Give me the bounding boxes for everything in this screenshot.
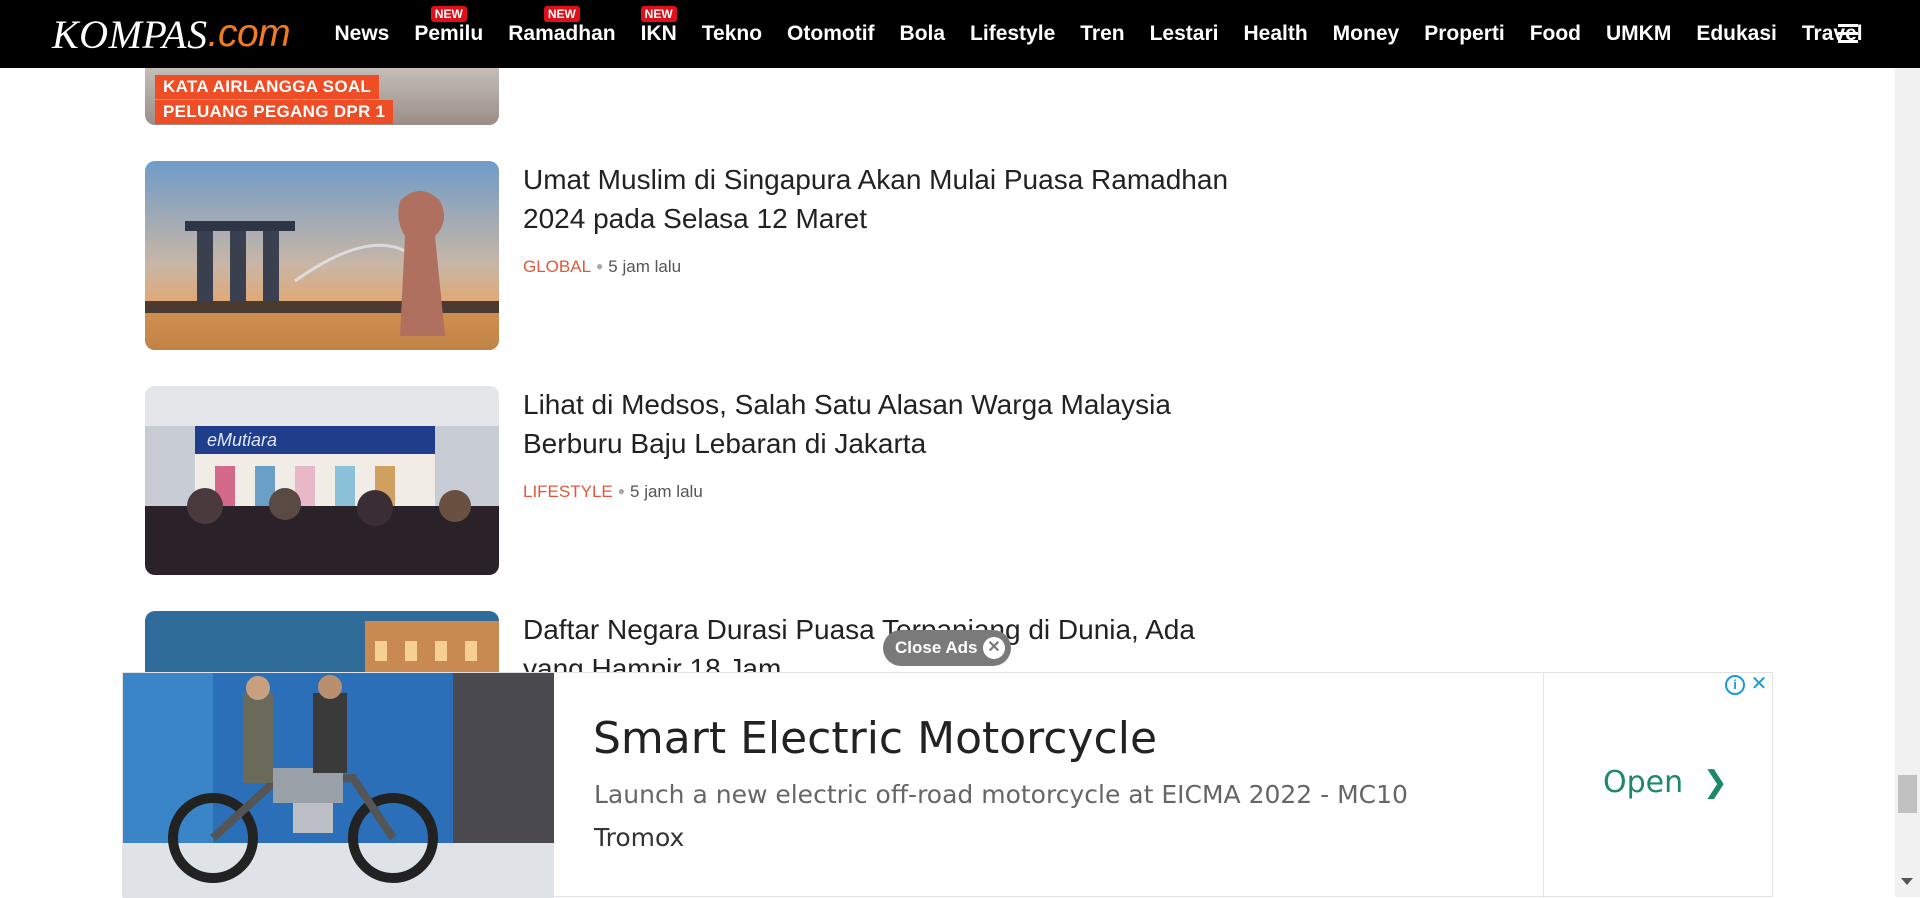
nav-item-label: Lestari	[1149, 22, 1219, 45]
nav-item-label: Bola	[899, 22, 946, 45]
ad-description: Launch a new electric off-road motorcycl…	[594, 780, 1408, 809]
close-ads-button[interactable]: Close Ads ✕	[883, 630, 1011, 666]
nav-item-money[interactable]: Money	[1320, 0, 1412, 68]
nav-item-label: Tekno	[701, 22, 763, 45]
article-title[interactable]: Lihat di Medsos, Salah Satu Alasan Warga…	[523, 385, 1253, 463]
nav-item-label: IKN	[640, 22, 677, 45]
thumbnail-caption-line: KATA AIRLANGGA SOAL	[155, 75, 380, 99]
scrollbar-thumb[interactable]	[1898, 775, 1917, 813]
logo-suffix-text: .com	[207, 12, 291, 55]
nav-item-label: Money	[1332, 22, 1400, 45]
chevron-right-icon: ❯	[1702, 765, 1728, 800]
nav-item-label: News	[334, 22, 390, 45]
close-icon[interactable]: ✕	[1749, 674, 1769, 695]
kompas-logo[interactable]: KOMPAS .com	[52, 8, 291, 60]
nav-item-travel[interactable]: Travel	[1789, 0, 1875, 68]
motorcycle-image	[123, 673, 554, 898]
nav-item-food[interactable]: Food	[1517, 0, 1593, 68]
article-category[interactable]: LIFESTYLE	[523, 482, 613, 501]
separator-dot: ●	[617, 484, 626, 498]
nav-item-bola[interactable]: Bola	[887, 0, 958, 68]
new-badge: NEW	[640, 6, 677, 22]
ad-open-button[interactable]: Open ❯	[1603, 765, 1728, 800]
nav-item-label: Tren	[1080, 22, 1125, 45]
separator-dot: ●	[596, 259, 604, 273]
nav-item-label: Lifestyle	[970, 22, 1056, 45]
article-category[interactable]: GLOBAL	[523, 257, 591, 276]
page-scrollbar[interactable]	[1895, 68, 1920, 897]
top-navigation-bar: KOMPAS .com News NEW Pemilu NEW Ramadhan NE…	[0, 0, 1920, 68]
article-time: 5 jam lalu	[630, 482, 703, 501]
nav-item-label: Food	[1529, 22, 1582, 45]
svg-text:eMutiara: eMutiara	[207, 430, 277, 450]
ad-image[interactable]	[123, 673, 554, 898]
nav-item-label: Pemilu	[414, 22, 484, 45]
shopping-crowd-image: eMutiara	[145, 386, 499, 575]
nav-item-label: Ramadhan	[508, 22, 616, 45]
nav-item-ikn[interactable]: NEW IKN	[628, 0, 689, 68]
logo-main-text: KOMPAS	[52, 11, 208, 57]
nav-item-properti[interactable]: Properti	[1412, 0, 1518, 68]
nav-item-health[interactable]: Health	[1231, 0, 1320, 68]
nav-item-lestari[interactable]: Lestari	[1137, 0, 1231, 68]
nav-item-news[interactable]: News	[322, 0, 402, 68]
nav-item-label: Health	[1243, 22, 1308, 45]
article-thumbnail[interactable]: eMutiara	[145, 386, 499, 575]
nav-item-tren[interactable]: Tren	[1068, 0, 1137, 68]
nav-item-lifestyle[interactable]: Lifestyle	[958, 0, 1068, 68]
bottom-sticky-ad[interactable]: Smart Electric Motorcycle Launch a new e…	[122, 672, 1773, 898]
nav-item-umkm[interactable]: UMKM	[1594, 0, 1684, 68]
article-thumbnail[interactable]	[145, 161, 499, 350]
article-meta: GLOBAL ● 5 jam lalu	[523, 257, 681, 277]
nav-item-label: Otomotif	[787, 22, 875, 45]
close-ads-label: Close Ads	[895, 638, 978, 657]
new-badge: NEW	[430, 6, 467, 22]
main-menu: News NEW Pemilu NEW Ramadhan NEW IKN Tekno …	[322, 0, 1875, 68]
nav-item-label: Properti	[1424, 22, 1505, 45]
hamburger-icon[interactable]	[1838, 24, 1860, 44]
ad-open-label: Open	[1603, 765, 1684, 800]
info-icon[interactable]: i	[1725, 675, 1745, 695]
nav-item-label: Edukasi	[1696, 22, 1777, 45]
singapore-skyline-image	[145, 161, 499, 350]
nav-item-tekno[interactable]: Tekno	[689, 0, 774, 68]
close-circle-icon[interactable]: ✕	[983, 637, 1005, 659]
scroll-down-arrow-icon[interactable]	[1901, 878, 1913, 885]
nav-item-otomotif[interactable]: Otomotif	[775, 0, 887, 68]
nav-item-ramadhan[interactable]: NEW Ramadhan	[496, 0, 628, 68]
new-badge: NEW	[543, 6, 580, 22]
thumbnail-caption-line: PELUANG PEGANG DPR 1	[155, 100, 394, 124]
article-title[interactable]: Umat Muslim di Singapura Akan Mulai Puas…	[523, 160, 1253, 238]
article-time: 5 jam lalu	[608, 257, 682, 276]
nav-item-edukasi[interactable]: Edukasi	[1684, 0, 1790, 68]
ad-divider	[1543, 673, 1544, 898]
article-meta: LIFESTYLE ● 5 jam lalu	[523, 482, 703, 502]
ad-headline[interactable]: Smart Electric Motorcycle	[593, 713, 1157, 764]
nav-item-label: UMKM	[1606, 22, 1672, 45]
ad-brand: Tromox	[594, 823, 685, 852]
nav-item-pemilu[interactable]: NEW Pemilu	[402, 0, 496, 68]
